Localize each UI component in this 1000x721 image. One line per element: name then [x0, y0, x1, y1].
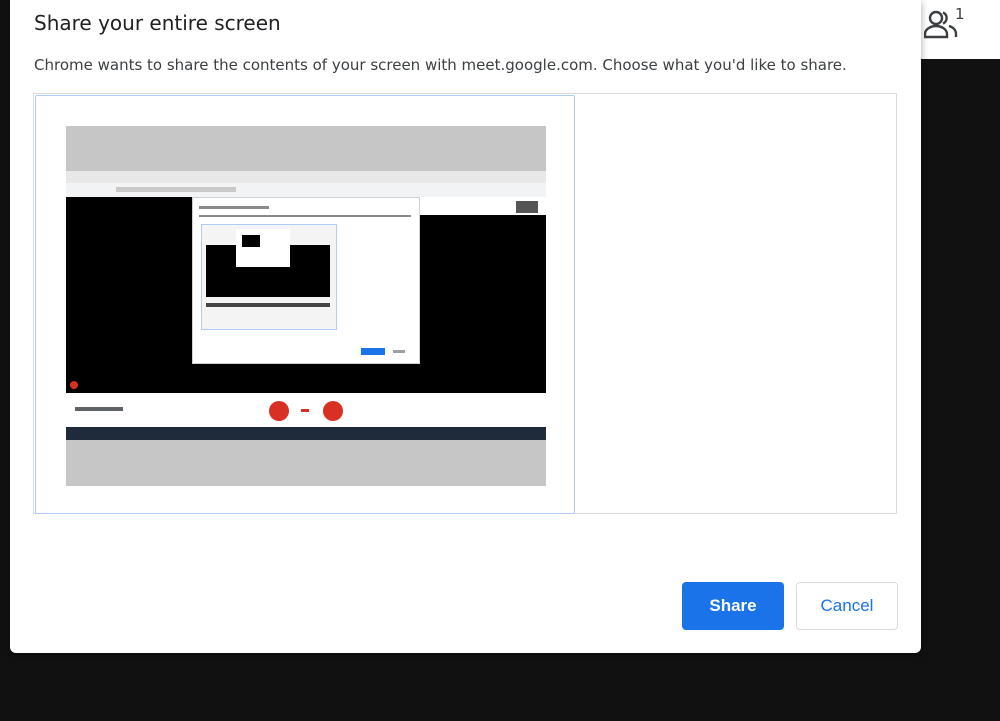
- dialog-title: Share your entire screen: [34, 11, 281, 35]
- thumb-inner-taskbar: [206, 303, 330, 307]
- participants-button[interactable]: 1: [924, 5, 968, 41]
- share-screen-dialog: Share your entire screen Chrome wants to…: [10, 0, 921, 653]
- thumb-dialog-title: [199, 206, 269, 209]
- thumb-inner-mini: [242, 235, 260, 247]
- dialog-description: Chrome wants to share the contents of yo…: [34, 56, 847, 74]
- thumb-taskbar: [66, 427, 546, 440]
- participant-count: 1: [955, 5, 965, 23]
- thumb-share-button: [361, 348, 385, 355]
- thumb-meeting-details: [75, 407, 123, 411]
- thumb-avatar: [516, 201, 538, 213]
- screen-picker: [33, 93, 897, 514]
- thumb-dialog-desc: [199, 215, 411, 217]
- screen-thumbnail: [66, 126, 546, 486]
- thumb-inner-dialog: [236, 229, 290, 267]
- thumb-mic-indicator: [70, 381, 78, 389]
- cancel-button[interactable]: Cancel: [796, 582, 898, 630]
- thumb-camera-button: [323, 401, 343, 421]
- screen-tile[interactable]: [35, 95, 575, 514]
- thumb-cancel-button: [393, 350, 405, 353]
- people-icon: [924, 10, 958, 39]
- thumb-url: [116, 187, 236, 192]
- thumb-inner-tile: [201, 224, 337, 330]
- thumb-dialog: [192, 197, 420, 364]
- thumb-hangup-button: [301, 409, 309, 412]
- thumb-tabbar: [66, 171, 546, 183]
- share-button[interactable]: Share: [682, 582, 784, 630]
- thumb-mic-button: [269, 401, 289, 421]
